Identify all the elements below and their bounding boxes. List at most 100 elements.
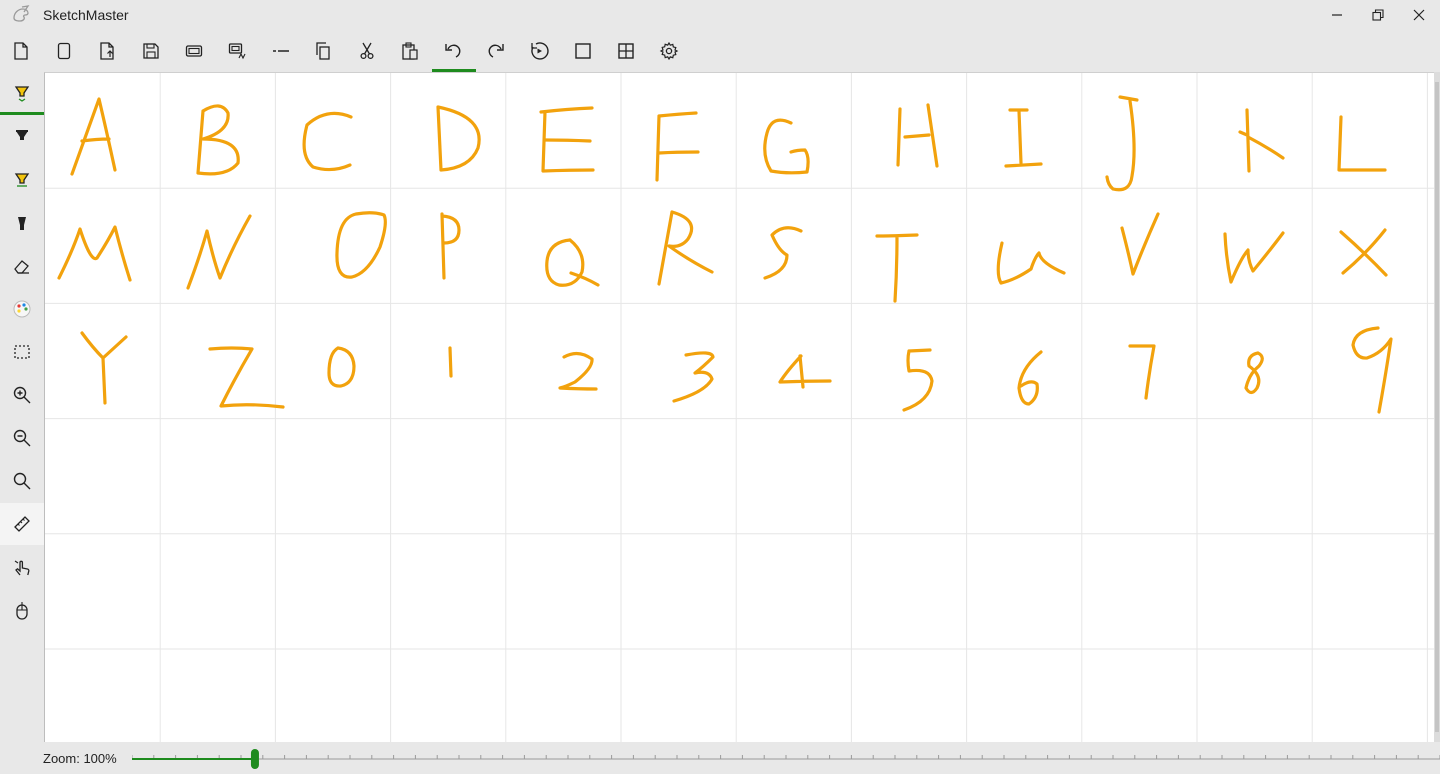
export-document-icon [100, 42, 114, 60]
export-image-button[interactable] [217, 30, 257, 72]
grid-view-button[interactable] [606, 30, 646, 72]
single-view-button[interactable] [563, 30, 603, 72]
save-icon [143, 43, 159, 59]
zoom-out-icon [13, 429, 31, 447]
drawing-canvas[interactable] [44, 72, 1434, 742]
mouse-mode-button[interactable] [0, 590, 44, 632]
zoom-slider[interactable] [132, 748, 1440, 770]
glyph-4 [778, 354, 832, 389]
glyph-W [1223, 231, 1285, 284]
glyph-N [186, 214, 252, 290]
page-icon [57, 42, 71, 60]
blank-page-button[interactable] [44, 30, 84, 72]
glyph-T [875, 233, 919, 303]
glyph-G [763, 118, 810, 175]
replay-button[interactable] [519, 30, 559, 72]
glyph-Y [80, 331, 128, 405]
zoom-slider-thumb[interactable] [250, 749, 259, 769]
glyph-Q [545, 238, 600, 287]
color-palette-button[interactable] [0, 288, 44, 330]
app-title: SketchMaster [43, 7, 129, 23]
glyph-U [996, 241, 1066, 285]
dash-icon [273, 50, 289, 52]
glyph-3 [672, 351, 715, 403]
canvas-grid [45, 73, 1434, 742]
zoom-slider-ticks [132, 755, 1440, 759]
zoom-in-icon [13, 386, 31, 404]
paste-button[interactable] [390, 30, 430, 72]
save-image-icon [228, 43, 246, 60]
cut-button[interactable] [347, 30, 387, 72]
restore-button[interactable] [1357, 0, 1399, 30]
glyph-K [1238, 108, 1285, 173]
glyph-5 [902, 348, 934, 412]
replay-icon [531, 42, 549, 60]
glyph-M [57, 225, 132, 282]
highlighter-button[interactable] [0, 158, 44, 200]
glyph-7 [1128, 344, 1156, 400]
scrollbar-thumb[interactable] [1435, 82, 1439, 732]
glyph-C [302, 111, 353, 172]
save-button[interactable] [131, 30, 171, 72]
copy-button[interactable] [303, 30, 343, 72]
tool-selector-button[interactable] [0, 72, 44, 114]
marker-button[interactable] [0, 202, 44, 244]
main-toolbar [0, 30, 1440, 72]
paste-icon [402, 42, 418, 60]
handwriting-layer [45, 73, 1434, 742]
glyph-F [655, 111, 700, 182]
lasso-select-icon [14, 345, 30, 359]
lasso-select-button[interactable] [0, 331, 44, 373]
glyph-I [1004, 108, 1043, 168]
marker-icon [18, 217, 26, 230]
glyph-S [763, 226, 803, 280]
touch-mode-button[interactable] [0, 547, 44, 589]
glyph-2 [558, 351, 598, 391]
square-icon [575, 43, 591, 59]
new-button[interactable] [1, 30, 41, 72]
glyph-J [1105, 95, 1139, 192]
restore-icon [1372, 9, 1384, 21]
gear-icon [659, 41, 679, 61]
touch-icon [14, 560, 30, 576]
glyph-D [436, 105, 481, 172]
minimize-button[interactable] [1316, 0, 1358, 30]
export-button[interactable] [87, 30, 127, 72]
tool-sidebar [0, 72, 44, 742]
ruler-icon [14, 516, 30, 532]
glyph-O [335, 211, 387, 279]
close-icon [1413, 9, 1425, 21]
glyph-P [440, 212, 461, 280]
ruler-button[interactable] [0, 503, 44, 545]
redo-icon [488, 44, 504, 58]
undo-icon [445, 44, 461, 58]
app-logo-icon [10, 4, 32, 26]
status-bar: Zoom: 100% [0, 742, 1440, 774]
glyph-R [657, 210, 714, 286]
canvas-scrollbar[interactable] [1434, 72, 1440, 742]
glyph-E [539, 106, 595, 173]
minimize-icon [1332, 14, 1342, 16]
glyph-8 [1244, 351, 1264, 395]
grid-icon [618, 43, 634, 59]
new-document-icon [14, 42, 28, 60]
settings-button[interactable] [649, 30, 689, 72]
zoom-fit-button[interactable] [0, 460, 44, 502]
close-button[interactable] [1398, 0, 1440, 30]
mouse-icon [16, 602, 28, 620]
eraser-button[interactable] [0, 245, 44, 287]
glyph-1 [448, 346, 453, 378]
redo-button[interactable] [476, 30, 516, 72]
glyph-6 [1017, 350, 1043, 406]
search-icon [13, 472, 31, 490]
zoom-out-button[interactable] [0, 417, 44, 459]
highlighter-dropdown-icon [14, 86, 30, 102]
pen-button[interactable] [0, 115, 44, 157]
glyph-L [1337, 115, 1387, 172]
undo-button[interactable] [433, 30, 473, 72]
glyph-Z [208, 346, 285, 409]
zoom-in-button[interactable] [0, 374, 44, 416]
glyph-H [896, 103, 939, 168]
save-copy-button[interactable] [174, 30, 214, 72]
line-style-button[interactable] [261, 30, 301, 72]
